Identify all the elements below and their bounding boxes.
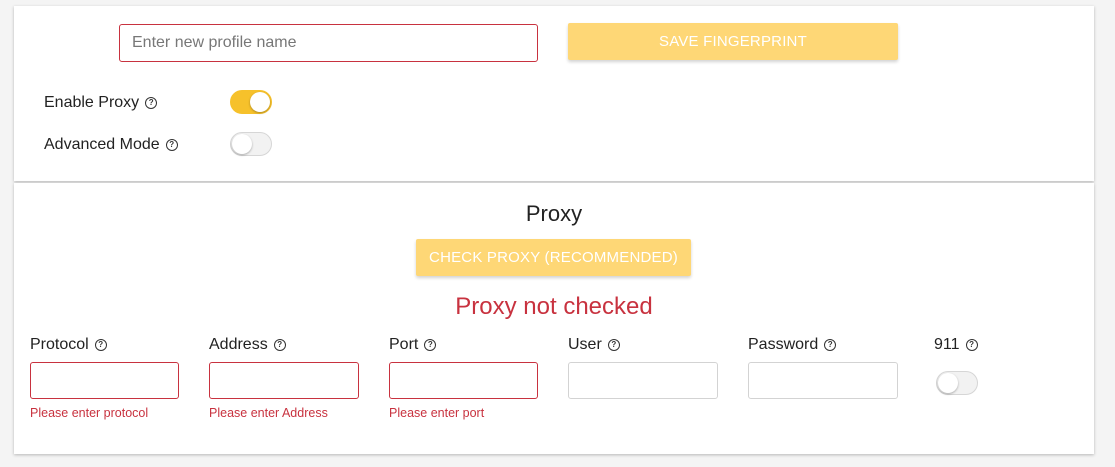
address-label: Address ? bbox=[209, 336, 286, 354]
enable-proxy-text: Enable Proxy bbox=[44, 94, 140, 111]
911-label: 911 ? bbox=[934, 336, 978, 354]
address-input[interactable] bbox=[209, 362, 359, 399]
question-circle-icon[interactable]: ? bbox=[824, 339, 837, 351]
profile-card: SAVE FINGERPRINT Enable Proxy ? Advanced… bbox=[14, 6, 1094, 181]
advanced-mode-toggle[interactable] bbox=[230, 132, 272, 156]
port-error: Please enter port bbox=[389, 406, 485, 420]
toggle-knob bbox=[250, 92, 270, 112]
protocol-label: Protocol ? bbox=[30, 336, 107, 354]
911-label-text: 911 bbox=[934, 336, 960, 353]
question-circle-icon[interactable]: ? bbox=[965, 339, 978, 351]
proxy-section-title: Proxy bbox=[525, 201, 583, 226]
protocol-label-text: Protocol bbox=[30, 336, 89, 353]
protocol-error: Please enter protocol bbox=[30, 406, 149, 420]
toggle-knob bbox=[938, 373, 958, 393]
911-toggle[interactable] bbox=[936, 371, 978, 395]
question-circle-icon[interactable]: ? bbox=[607, 339, 620, 351]
advanced-mode-label: Advanced Mode ? bbox=[44, 136, 178, 154]
user-label: User ? bbox=[568, 336, 620, 354]
proxy-card: Proxy CHECK PROXY (RECOMMENDED) Proxy no… bbox=[14, 183, 1094, 454]
port-label-text: Port bbox=[389, 336, 419, 353]
protocol-input[interactable] bbox=[30, 362, 179, 399]
address-label-text: Address bbox=[209, 336, 268, 353]
address-error: Please enter Address bbox=[209, 406, 328, 420]
profile-name-input[interactable] bbox=[119, 24, 538, 62]
proxy-status-text: Proxy not checked bbox=[455, 293, 653, 320]
password-input[interactable] bbox=[748, 362, 898, 399]
question-circle-icon[interactable]: ? bbox=[273, 339, 286, 351]
check-proxy-button[interactable]: CHECK PROXY (RECOMMENDED) bbox=[416, 239, 691, 276]
port-input[interactable] bbox=[389, 362, 538, 399]
save-fingerprint-button[interactable]: SAVE FINGERPRINT bbox=[568, 23, 898, 60]
password-label: Password ? bbox=[748, 336, 837, 354]
port-label: Port ? bbox=[389, 336, 437, 354]
user-label-text: User bbox=[568, 336, 602, 353]
question-circle-icon[interactable]: ? bbox=[94, 339, 107, 351]
advanced-mode-text: Advanced Mode bbox=[44, 136, 160, 153]
enable-proxy-label: Enable Proxy ? bbox=[44, 94, 158, 112]
user-input[interactable] bbox=[568, 362, 718, 399]
enable-proxy-toggle[interactable] bbox=[230, 90, 272, 114]
question-circle-icon[interactable]: ? bbox=[165, 139, 178, 151]
password-label-text: Password bbox=[748, 336, 819, 353]
question-circle-icon[interactable]: ? bbox=[424, 339, 437, 351]
question-circle-icon[interactable]: ? bbox=[145, 97, 158, 109]
toggle-knob bbox=[232, 134, 252, 154]
